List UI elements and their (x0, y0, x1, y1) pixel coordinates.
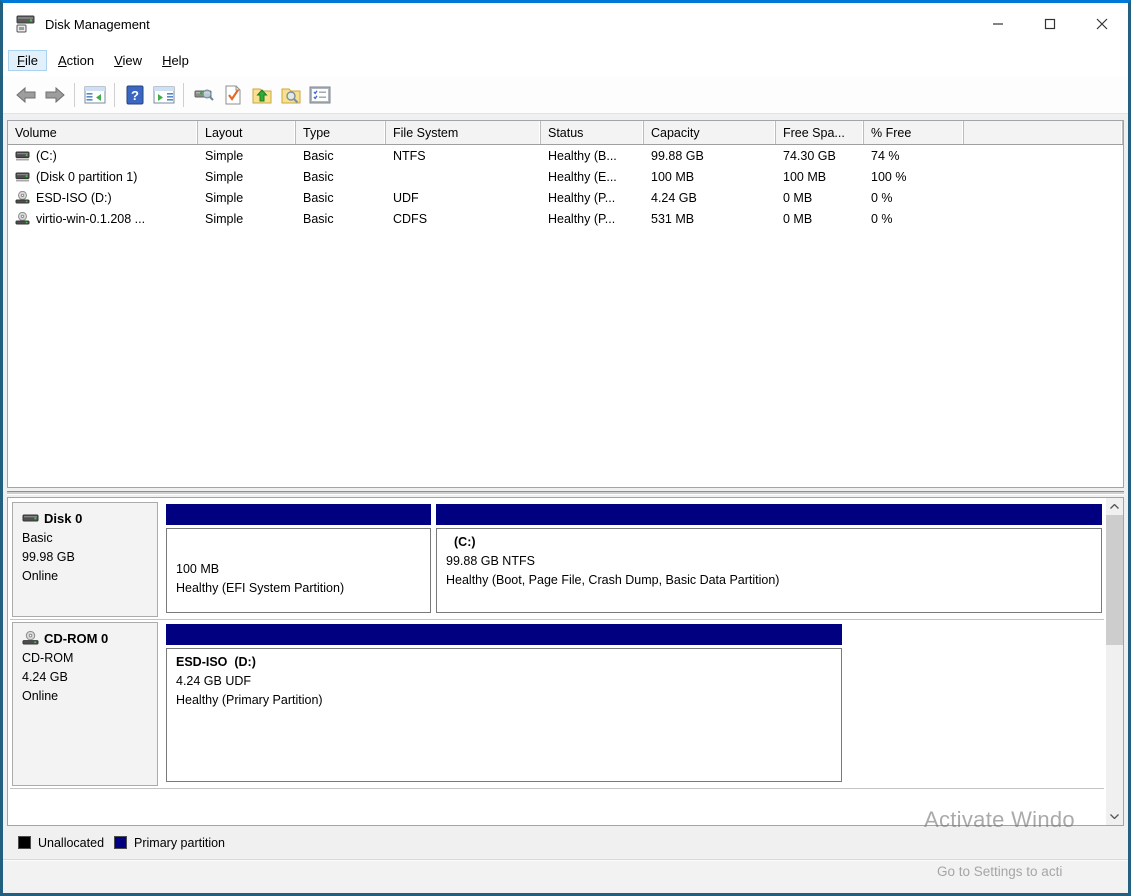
scrollbar-thumb[interactable] (1106, 515, 1123, 645)
titlebar: Disk Management (3, 3, 1128, 45)
column-header-capacity[interactable]: Capacity (644, 121, 776, 144)
disk-0-row: Disk 0 Basic 99.98 GB Online 100 MB Heal… (10, 500, 1104, 620)
scroll-up-icon[interactable] (1106, 498, 1123, 515)
primary-partition-strip (166, 624, 842, 645)
cdrom-0-row: CD-ROM 0 CD-ROM 4.24 GB Online ESD-ISO (… (10, 620, 1104, 789)
check-disk-icon[interactable] (218, 81, 247, 109)
table-row[interactable]: (Disk 0 partition 1) Simple Basic Health… (8, 166, 1123, 187)
column-header-free-space[interactable]: Free Spa... (776, 121, 864, 144)
volume-list: Volume Layout Type File System Status Ca… (7, 120, 1124, 488)
maximize-button[interactable] (1024, 3, 1076, 45)
disk-management-window: Disk Management File Action View Help (0, 0, 1131, 896)
folder-search-icon[interactable] (276, 81, 305, 109)
close-button[interactable] (1076, 3, 1128, 45)
show-action-pane-icon[interactable] (149, 81, 178, 109)
minimize-button[interactable] (972, 3, 1024, 45)
folder-up-icon[interactable] (247, 81, 276, 109)
rescan-disks-icon[interactable] (189, 81, 218, 109)
drive-icon (22, 512, 39, 525)
c-drive-partition[interactable]: (C:) 99.88 GB NTFS Healthy (Boot, Page F… (436, 504, 1102, 613)
primary-partition-strip (166, 504, 431, 525)
cdrom-icon (15, 212, 30, 226)
column-header-blank (964, 121, 1123, 144)
disk-type: CD-ROM (22, 649, 151, 668)
help-icon[interactable]: ? (120, 81, 149, 109)
drive-icon (15, 171, 30, 183)
volume-list-header: Volume Layout Type File System Status Ca… (8, 121, 1123, 145)
cdrom-icon (22, 631, 39, 646)
toolbar-separator (183, 83, 184, 107)
disk-size: 99.98 GB (22, 548, 151, 567)
console-area: Volume Layout Type File System Status Ca… (7, 120, 1124, 859)
disk-type: Basic (22, 529, 151, 548)
disk-status: Online (22, 687, 151, 706)
esd-iso-partition[interactable]: ESD-ISO (D:) 4.24 GB UDF Healthy (Primar… (166, 624, 842, 782)
primary-partition-swatch (114, 836, 127, 849)
disk-name: CD-ROM 0 (44, 631, 108, 646)
column-header-volume[interactable]: Volume (8, 121, 198, 144)
status-bar (3, 859, 1128, 893)
primary-partition-strip (436, 504, 1102, 525)
svg-text:?: ? (131, 88, 139, 103)
efi-partition[interactable]: 100 MB Healthy (EFI System Partition) (166, 504, 431, 613)
disk-name: Disk 0 (44, 511, 82, 526)
menu-view[interactable]: View (105, 50, 151, 71)
table-row[interactable]: virtio-win-0.1.208 ... Simple Basic CDFS… (8, 208, 1123, 229)
back-icon[interactable] (11, 81, 40, 109)
scroll-down-icon[interactable] (1106, 808, 1123, 825)
graphical-view-pane: Disk 0 Basic 99.98 GB Online 100 MB Heal… (7, 497, 1124, 826)
toolbar-separator (114, 83, 115, 107)
menu-file[interactable]: File (8, 50, 47, 71)
properties-list-icon[interactable] (305, 81, 334, 109)
legend-bar: Unallocated Primary partition (7, 826, 1124, 859)
column-header-pct-free[interactable]: % Free (864, 121, 964, 144)
table-row[interactable]: ESD-ISO (D:) Simple Basic UDF Healthy (P… (8, 187, 1123, 208)
window-title: Disk Management (45, 17, 150, 32)
legend-unallocated: Unallocated (18, 836, 104, 850)
menu-help[interactable]: Help (153, 50, 198, 71)
legend-primary-partition: Primary partition (114, 836, 225, 850)
vertical-scrollbar[interactable] (1106, 498, 1123, 825)
column-header-status[interactable]: Status (541, 121, 644, 144)
column-header-type[interactable]: Type (296, 121, 386, 144)
disk-size: 4.24 GB (22, 668, 151, 687)
column-header-file-system[interactable]: File System (386, 121, 541, 144)
pane-splitter[interactable] (7, 488, 1124, 497)
drive-icon (15, 150, 30, 162)
disk-0-label-box[interactable]: Disk 0 Basic 99.98 GB Online (12, 502, 158, 617)
menu-action[interactable]: Action (49, 50, 103, 71)
menubar: File Action View Help (3, 45, 1128, 76)
column-header-layout[interactable]: Layout (198, 121, 296, 144)
toolbar: ? (3, 76, 1128, 114)
table-row[interactable]: (C:) Simple Basic NTFS Healthy (B... 99.… (8, 145, 1123, 166)
cdrom-icon (15, 191, 30, 205)
unallocated-swatch (18, 836, 31, 849)
toolbar-separator (74, 83, 75, 107)
show-console-tree-icon[interactable] (80, 81, 109, 109)
cdrom-0-label-box[interactable]: CD-ROM 0 CD-ROM 4.24 GB Online (12, 622, 158, 786)
disk-management-app-icon (14, 14, 36, 34)
forward-icon[interactable] (40, 81, 69, 109)
disk-status: Online (22, 567, 151, 586)
